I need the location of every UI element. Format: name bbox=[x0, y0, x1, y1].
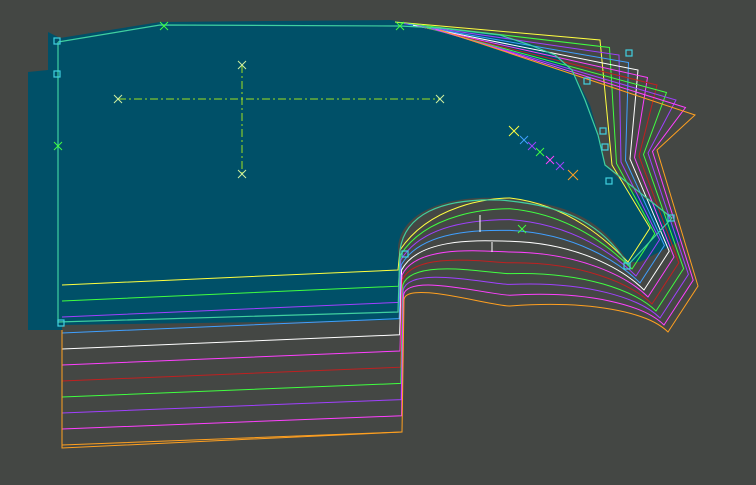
pattern-canvas[interactable] bbox=[0, 0, 756, 485]
grade-point-square bbox=[599, 127, 607, 135]
grade-line-hem-outline[interactable] bbox=[61, 330, 403, 449]
pattern-drawing[interactable] bbox=[0, 0, 756, 485]
grade-point-square bbox=[625, 49, 633, 57]
grade-point-square bbox=[601, 143, 609, 151]
